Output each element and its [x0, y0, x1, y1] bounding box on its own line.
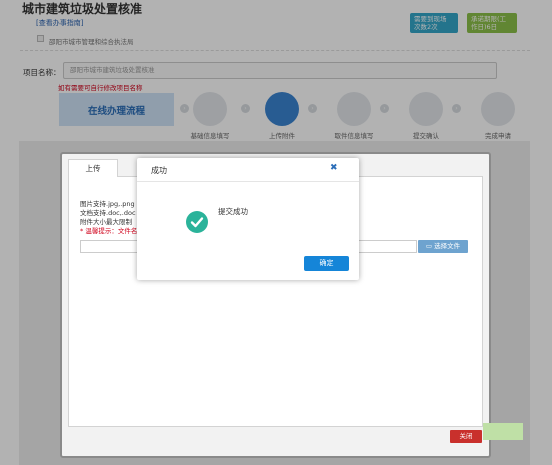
close-icon[interactable]: ✖	[330, 163, 338, 173]
folder-icon: ▭	[425, 242, 435, 250]
success-dialog-title: 成功	[151, 166, 167, 175]
success-message: 提交成功	[218, 207, 248, 216]
check-icon	[186, 211, 208, 233]
close-button[interactable]: 关闭	[450, 430, 482, 443]
dialog-separator	[137, 181, 359, 182]
tab-upload[interactable]: 上传	[68, 159, 118, 177]
select-file-button[interactable]: ▭ 选择文件	[418, 240, 468, 253]
background-button-edge	[483, 423, 523, 440]
filename-warning: * 温馨提示：文件名	[80, 227, 138, 235]
confirm-button[interactable]: 确定	[304, 256, 349, 271]
